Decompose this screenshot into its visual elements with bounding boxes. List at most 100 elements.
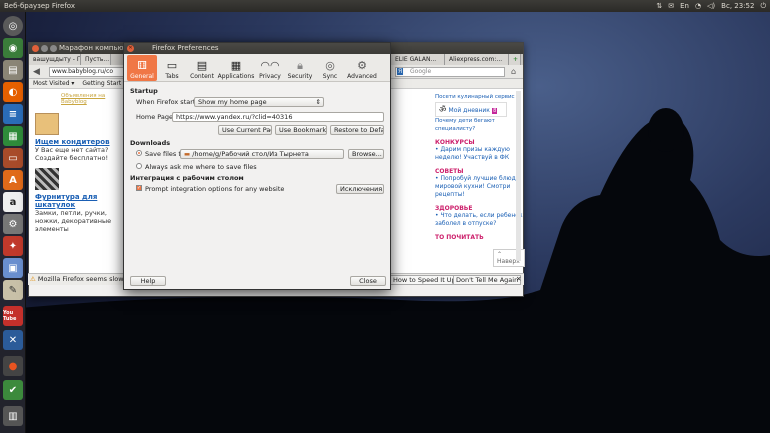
firefox-icon[interactable]: ◐	[3, 82, 23, 102]
page-left-column: Объявления на Babyblog Ищем кондитеров У…	[35, 93, 125, 233]
pane-advanced[interactable]: ⚙ Advanced	[345, 55, 379, 81]
text-editor-icon[interactable]: ✎	[3, 280, 23, 300]
homepage-label: Home Page:	[136, 113, 176, 121]
ad-title-2[interactable]: Фурнитура для шкатулок	[35, 193, 125, 209]
exceptions-button[interactable]: Исключения...	[336, 184, 384, 194]
youtube-icon[interactable]: You Tube	[3, 306, 23, 326]
youtube-label: You Tube	[3, 310, 17, 322]
cooking-link[interactable]: Посети кулинарный сервис	[435, 93, 525, 101]
restore-default-button[interactable]: Restore to Default	[330, 125, 384, 135]
trash-icon[interactable]: ▥	[3, 406, 23, 426]
pane-sync-label: Sync	[322, 73, 338, 80]
wifi-icon[interactable]: ◔	[695, 0, 701, 12]
pane-applications[interactable]: ▦ Applications	[217, 55, 255, 81]
video-icon[interactable]: ▣	[3, 258, 23, 278]
software-center-icon[interactable]: A	[3, 170, 23, 190]
gedit-icon[interactable]: ✔	[3, 380, 23, 400]
preferences-titlebar: ✕ Firefox Preferences	[124, 43, 390, 54]
ad-text-2: Замки, петли, ручки, ножки, декоративные…	[35, 209, 112, 233]
section-item-tips[interactable]: • Попробуй лучшие блюда мировой кухни! С…	[435, 175, 525, 199]
pane-advanced-label: Advanced	[347, 73, 377, 80]
use-bookmark-button[interactable]: Use Bookmark...	[275, 125, 327, 135]
pane-sync[interactable]: ◎ Sync	[315, 55, 345, 81]
close-notification-icon[interactable]: ✕	[516, 274, 521, 285]
close-button[interactable]: Close	[350, 276, 386, 286]
save-files-radio[interactable]	[136, 150, 142, 156]
settings-icon[interactable]: ⚙	[3, 214, 23, 234]
volume-icon[interactable]: ◁)	[707, 0, 715, 12]
when-starts-select[interactable]: Show my home page ⇕	[194, 97, 324, 107]
back-icon[interactable]: ◀	[33, 67, 40, 77]
diary-badge: 8	[492, 108, 498, 114]
pane-general[interactable]: ⚅ General	[127, 55, 157, 81]
home-icon[interactable]: ⌂	[511, 67, 516, 76]
speed-up-button[interactable]: How to Speed It Up	[390, 275, 459, 285]
terminal-icon[interactable]: ✦	[3, 236, 23, 256]
help-button[interactable]: Help	[130, 276, 166, 286]
pane-tabs[interactable]: ▭ Tabs	[157, 55, 187, 81]
bookmark-most-visited[interactable]: Most Visited ▾	[33, 80, 74, 87]
article-link[interactable]: Почему дети бегают специалисту?	[435, 117, 525, 133]
system-tray: ⇅ ✉ En ◔ ◁) Вс, 23:52 ⏻	[656, 0, 766, 12]
dont-tell-button[interactable]: Don't Tell Me Again	[453, 275, 522, 285]
prompt-integration-checkbox[interactable]: ✓	[136, 185, 142, 191]
libreoffice-writer-icon[interactable]: ≡	[3, 104, 23, 124]
ad-text-1: У Вас еще нет сайта? Создайте бесплатно!	[35, 146, 109, 162]
tab-1[interactable]: вашущдыту - П...	[29, 54, 81, 65]
browse-button[interactable]: Browse...	[348, 149, 384, 159]
homepage-input[interactable]: https://www.yandex.ru/?clid=40316	[172, 112, 384, 122]
when-starts-label: When Firefox starts:	[136, 98, 202, 106]
hardware-image[interactable]	[35, 168, 59, 190]
pane-content[interactable]: ▤ Content	[187, 55, 217, 81]
launcher: ◎ ◉ ▤ ◐ ≡ ▦ ▭ A a ⚙ ✦ ▣ ✎ You Tube ✕ ● ✔…	[0, 12, 26, 433]
inkscape-icon[interactable]: ✕	[3, 330, 23, 350]
font-icon[interactable]: ●	[3, 356, 23, 376]
always-ask-radio[interactable]	[136, 163, 142, 169]
maximize-icon[interactable]	[50, 45, 57, 52]
amazon-icon[interactable]: a	[3, 192, 23, 212]
ubuntu-dash-icon[interactable]: ◎	[3, 16, 23, 36]
general-icon: ⚅	[137, 59, 147, 72]
prompt-integration-label: Prompt integration options for any websi…	[145, 185, 285, 193]
libreoffice-calc-icon[interactable]: ▦	[3, 126, 23, 146]
search-placeholder: Google	[410, 68, 432, 75]
tab-4[interactable]: Aliexpress.com:...	[445, 54, 509, 65]
files-icon[interactable]: ▤	[3, 60, 23, 80]
section-head-read: ТО ПОЧИТАТЬ	[435, 234, 484, 241]
pane-content-label: Content	[190, 73, 214, 80]
diary-label[interactable]: Мой дневник	[449, 107, 490, 114]
search-input[interactable]: Google	[395, 67, 505, 77]
keyboard-icon[interactable]: En	[680, 0, 689, 12]
section-item-health[interactable]: • Что делать, если ребенок заболел в отп…	[435, 212, 525, 228]
preferences-footer: Help Close	[124, 275, 390, 289]
search-engine-icon[interactable]: Я	[397, 68, 404, 75]
cakes-image[interactable]	[35, 113, 59, 135]
chrome-icon[interactable]: ◉	[3, 38, 23, 58]
homepage-row: Home Page: https://www.yandex.ru/?clid=4…	[130, 110, 384, 123]
homepage-buttons-row: Use Current Pages Use Bookmark... Restor…	[130, 123, 384, 136]
diary-popup[interactable]: ॐ Мой дневник 8	[435, 102, 507, 117]
use-current-button[interactable]: Use Current Pages	[218, 125, 272, 135]
close-icon[interactable]	[32, 45, 39, 52]
pane-privacy[interactable]: ◠◠ Privacy	[255, 55, 285, 81]
section-item-contests[interactable]: • Дарим призы каждую неделю! Участвуй в …	[435, 146, 525, 162]
save-path-field[interactable]: ▬ /home/g/Рабочий стол/Из Тырнета	[180, 149, 344, 159]
close-icon[interactable]: ✕	[127, 45, 134, 52]
pane-security[interactable]: 🔒︎ Security	[285, 55, 315, 81]
minimize-icon[interactable]	[41, 45, 48, 52]
scrollbar[interactable]	[516, 91, 521, 261]
om-icon: ॐ	[439, 105, 447, 114]
libreoffice-impress-icon[interactable]: ▭	[3, 148, 23, 168]
email-icon[interactable]: ✉	[668, 0, 674, 12]
sort-icon[interactable]: ⇅	[656, 0, 662, 12]
ad-title-1[interactable]: Ищем кондитеров	[35, 138, 125, 146]
power-icon[interactable]: ⏻	[760, 0, 766, 12]
url-bar[interactable]: www.babyblog.ru/co	[49, 67, 129, 77]
tab-3[interactable]: ELIE GALAN...	[391, 54, 445, 65]
tab-2[interactable]: Пусть...	[81, 54, 111, 65]
clock[interactable]: Вс, 23:52	[721, 0, 754, 12]
new-tab-button[interactable]: +	[509, 54, 521, 65]
warning-icon: ⚠	[30, 275, 36, 283]
ads-link[interactable]: Объявления на Babyblog	[61, 93, 125, 105]
bookmark-getting-started[interactable]: Getting Start	[82, 80, 121, 87]
